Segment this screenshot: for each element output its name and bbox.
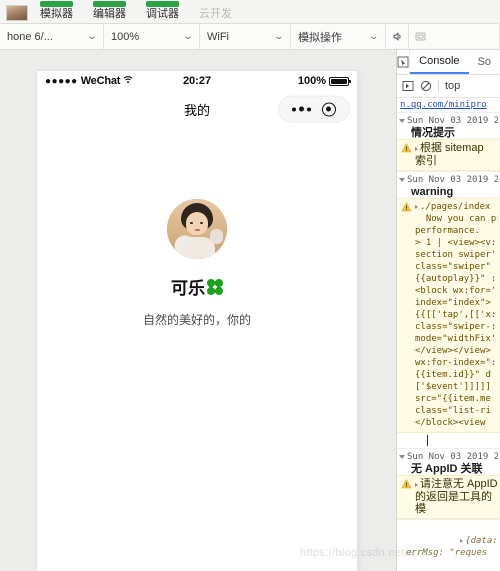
warning-icon [401,201,412,429]
profile-nickname-text: 可乐 [171,279,205,298]
log-group-header[interactable]: Sun Nov 03 2019 2 warning [397,171,500,198]
more-dots-icon[interactable] [292,106,312,112]
chevron-down-icon: ⌄ [86,31,98,41]
battery-icon [329,76,352,86]
carrier-label: WeChat [80,75,121,87]
expand-arrow-icon[interactable] [460,539,464,543]
tab-cloud-dev[interactable]: 云开发 [189,8,242,23]
tab-editor[interactable]: 编辑器 [83,1,136,23]
signal-dots-icon: ●●●●● [45,75,78,87]
log-warning-text-2: 索引 [415,155,437,167]
avatar[interactable] [167,199,227,259]
log-group-title: warning [411,186,454,198]
text-cursor [427,435,428,446]
editor-indicator [93,1,126,7]
main-body: ●●●●● WeChat 20:27 100% 我的 可乐 自然的美好的，你的 … [0,50,500,571]
log-group-header[interactable]: Sun Nov 03 2019 2 无 AppID 关联 [397,448,500,475]
tab-console[interactable]: Console [410,50,469,74]
device-toolbar: hone 6/... ⌄ 100% ⌄ WiFi ⌄ 模拟操作 ⌄ [0,24,500,50]
phone-frame: ●●●●● WeChat 20:27 100% 我的 可乐 自然的美好的，你的 [37,71,357,571]
tab-sources-label: So [477,56,491,68]
log-link-row[interactable]: n.qq.com/minipro [397,98,500,112]
mode-tabstrip: 模拟器 编辑器 调试器 云开发 [0,0,500,24]
inspect-cursor-icon[interactable] [397,50,411,74]
device-select[interactable]: hone 6/... ⌄ [0,24,104,49]
log-timestamp: Sun Nov 03 2019 2 [407,452,498,462]
profile-section: 可乐 自然的美好的，你的 [37,127,357,328]
tab-debugger-label: 调试器 [146,8,179,20]
screen-icon[interactable] [409,24,432,49]
log-group-title: 无 AppID 关联 [411,463,483,475]
tab-cloud-dev-label: 云开发 [199,8,232,20]
console-pane: Console So top n.qq.com/minipro Sun Nov … [396,50,500,571]
simulate-action-select[interactable]: 模拟操作 ⌄ [291,24,386,49]
log-warning[interactable]: 请注意无 AppID 的返回是工具的模 [397,475,500,519]
log-code-block: ./pages/index Now you can pr performance… [415,202,498,428]
log-warning[interactable]: ./pages/index Now you can pr performance… [397,198,500,433]
device-select-value: hone 6/... [7,30,53,43]
chevron-down-icon[interactable] [399,455,405,459]
log-object[interactable]: {data: Array(10 errMsg: "reques [397,519,500,571]
warning-icon [401,478,412,515]
log-warning-text: 请注意无 AppID [420,478,498,490]
battery-percent-label: 100% [297,75,327,87]
expand-arrow-icon[interactable] [415,483,418,487]
console-toolbar: top [397,75,500,98]
warning-icon [401,142,412,167]
chevron-down-icon: ⌄ [368,31,380,41]
profile-tagline: 自然的美好的，你的 [142,313,251,327]
zoom-select-value: 100% [111,30,140,43]
clover-icon [205,276,225,297]
simulate-action-value: 模拟操作 [298,31,342,44]
log-group-header[interactable]: Sun Nov 03 2019 2 情况提示 [397,112,500,139]
log-link[interactable]: n.qq.com/minipro [400,100,487,110]
log-warning[interactable]: 根据 sitemap 索引 [397,139,500,171]
nav-bar: 我的 [37,91,357,127]
profile-nickname: 可乐 [37,274,357,299]
wifi-icon [123,75,133,87]
tab-debugger[interactable]: 调试器 [136,1,189,23]
log-timestamp: Sun Nov 03 2019 2 [407,175,498,185]
network-select[interactable]: WiFi ⌄ [200,24,291,49]
chevron-down-icon[interactable] [399,119,405,123]
debugger-indicator [146,1,179,7]
console-log[interactable]: n.qq.com/minipro Sun Nov 03 2019 2 情况提示 [397,98,500,571]
log-timestamp: Sun Nov 03 2019 2 [407,116,498,126]
tab-console-label: Console [419,55,460,67]
status-time: 20:27 [182,75,212,87]
clear-icon[interactable] [420,77,432,96]
simulator-indicator [40,1,73,7]
log-warning-text-2: 的返回是工具的模 [415,491,492,515]
tab-simulator[interactable]: 模拟器 [30,1,83,23]
status-bar: ●●●●● WeChat 20:27 100% [37,71,357,91]
network-select-value: WiFi [207,30,229,43]
chevron-down-icon: ⌄ [273,31,285,41]
target-icon[interactable] [321,102,336,116]
console-context-selector[interactable]: top [445,80,460,92]
zoom-select[interactable]: 100% ⌄ [104,24,200,49]
log-warning-text: 根据 sitemap [420,142,484,154]
chevron-down-icon: ⌄ [182,31,194,41]
devtools-window: 模拟器 编辑器 调试器 云开发 hone 6/... ⌄ 100% ⌄ WiFi… [0,0,500,571]
console-tabbar: Console So [397,50,500,75]
wechat-capsule[interactable] [278,95,350,123]
expand-arrow-icon[interactable] [415,205,418,209]
chevron-down-icon[interactable] [399,178,405,182]
execute-icon[interactable] [402,77,414,96]
tab-sources[interactable]: So [469,50,500,74]
simulator-pane: ●●●●● WeChat 20:27 100% 我的 可乐 自然的美好的，你的 [0,50,396,571]
expand-arrow-icon[interactable] [415,147,418,151]
tab-simulator-label: 模拟器 [40,8,73,20]
preview-thumbnail [6,5,28,21]
page-title: 我的 [183,102,210,118]
speaker-icon[interactable] [386,24,409,49]
log-object-text: {data: Array(10 errMsg: "reques [406,536,498,558]
log-group-title: 情况提示 [411,127,455,139]
tab-editor-label: 编辑器 [93,8,126,20]
